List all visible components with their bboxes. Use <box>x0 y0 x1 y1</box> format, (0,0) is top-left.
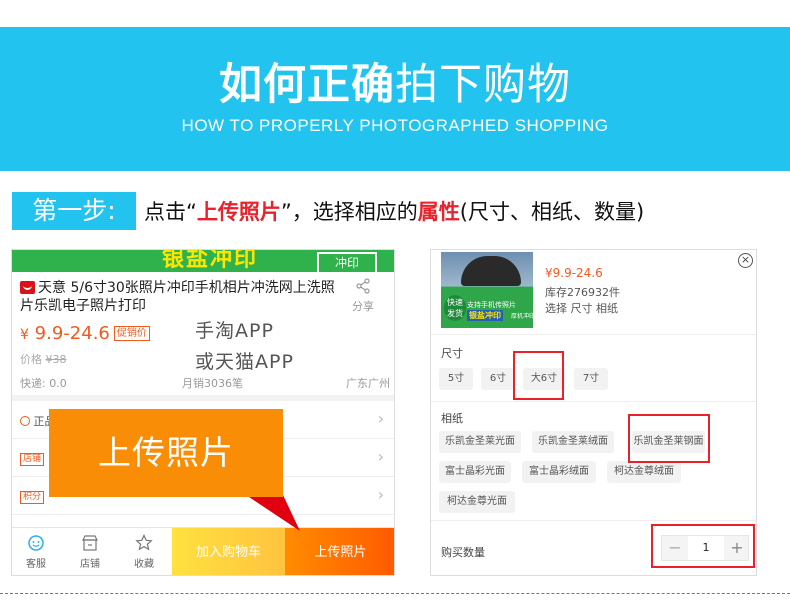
upload-photo-button[interactable]: 上传照片 <box>285 528 394 575</box>
step-highlight-upload: 上传照片 <box>196 200 281 224</box>
quantity-label: 购买数量 <box>441 546 485 559</box>
orig-price-label: 价格 <box>20 353 42 366</box>
product-price: ¥ 9.9-24.6 促销价 <box>20 323 150 344</box>
store-tag: 店铺 <box>20 453 45 466</box>
product-thumbnail: 快速发货 支持手机传照片 银盐冲印 厚机冲印 <box>441 252 533 328</box>
product-banner-tag: 冲印 <box>317 252 377 272</box>
divider <box>431 401 756 402</box>
quantity-highlight-box <box>651 524 755 568</box>
favorite-button[interactable]: 收藏 <box>124 534 164 570</box>
graduates-photo <box>461 256 521 286</box>
promo-badge: 促销价 <box>113 326 150 341</box>
chevron-right-icon: › <box>377 409 384 428</box>
banner-title-bold: 如何正确 <box>219 60 395 110</box>
thumb-line2: 银盐冲印 <box>467 310 503 321</box>
close-icon[interactable]: × <box>738 253 753 268</box>
price-main: 9. <box>34 323 52 344</box>
store-icon <box>82 535 98 551</box>
thumb-badge: 快速发货 <box>444 295 466 321</box>
size-label: 尺寸 <box>441 347 463 360</box>
paper-option-kodak-gold-matte[interactable]: 柯达金尊绒面 <box>607 461 681 483</box>
app-hint-1: 手淘APP <box>195 320 274 342</box>
share-button[interactable]: 分享 <box>348 278 378 314</box>
star-icon <box>135 534 153 551</box>
price-symbol: ¥ <box>20 327 29 343</box>
price-rest: 9-24.6 <box>51 323 110 344</box>
service-icon <box>28 535 44 551</box>
step-text-after: (尺寸、相纸、数量) <box>459 200 645 224</box>
thumb-line2-tag: 厚机冲印 <box>511 313 533 320</box>
paper-option-kodak-gold-gloss[interactable]: 柯达金尊光面 <box>439 491 515 513</box>
app-hint-2: 或天猫APP <box>195 351 294 373</box>
size-option-5[interactable]: 5寸 <box>439 368 473 390</box>
monthly-sales: 月销3036笔 <box>182 377 243 390</box>
upload-callout: 上传照片 <box>49 409 283 497</box>
chevron-right-icon: › <box>377 447 384 466</box>
chevron-right-icon: › <box>377 485 384 504</box>
product-title: 天意 5/6寸30张照片冲印手机相片冲洗网上洗照片乐凯电子照片打印 <box>20 279 340 315</box>
step-instruction: 点击“上传照片”，选择相应的属性(尺寸、相纸、数量) <box>144 197 644 227</box>
original-price: 价格 ¥38 <box>20 351 67 367</box>
ship-location: 广东广州 <box>346 377 390 390</box>
dashed-divider <box>0 593 790 594</box>
product-meta: 快递: 0.0 月销3036笔 广东广州 <box>20 375 390 391</box>
sku-selector-screenshot: 快速发货 支持手机传照片 银盐冲印 厚机冲印 ¥9.9-24.6 库存27693… <box>430 249 757 576</box>
paper-label: 相纸 <box>441 412 463 425</box>
store-label: 店铺 <box>80 559 100 570</box>
service-label: 客服 <box>26 559 46 570</box>
product-banner-strip: 银盐冲印 冲印 <box>12 250 394 272</box>
banner-title-rest: 拍下购物 <box>395 60 571 110</box>
share-icon <box>356 278 370 294</box>
step-highlight-attr: 属性 <box>417 200 460 224</box>
points-tag: 积分 <box>20 491 45 504</box>
sku-price: ¥9.9-24.6 <box>545 266 603 280</box>
step-text-before: 点击“ <box>144 200 197 224</box>
check-icon <box>20 416 30 426</box>
share-label: 分享 <box>352 300 374 313</box>
step-text-middle: ”，选择相应的 <box>280 200 418 224</box>
shipping-fee: 快递: 0.0 <box>20 377 67 390</box>
favorite-label: 收藏 <box>134 559 154 570</box>
divider <box>431 520 756 521</box>
size-option-7[interactable]: 7寸 <box>574 368 608 390</box>
paper-option-fuji-gloss[interactable]: 富士晶彩光面 <box>439 461 511 483</box>
tmall-icon <box>20 281 35 294</box>
divider <box>431 334 756 335</box>
banner-subtitle: HOW TO PROPERLY PHOTOGRAPHED SHOPPING <box>181 116 609 135</box>
sku-stock: 库存276932件 <box>545 286 620 299</box>
size-highlight-box <box>513 351 564 400</box>
paper-option-kodak-gloss[interactable]: 乐凯金圣莱光面 <box>439 431 521 453</box>
paper-option-kodak-matte[interactable]: 乐凯金圣莱绒面 <box>532 431 614 453</box>
store-button[interactable]: 店铺 <box>70 534 110 570</box>
size-option-6[interactable]: 6寸 <box>481 368 515 390</box>
thumb-line1: 支持手机传照片 <box>467 301 516 309</box>
step-badge: 第一步: <box>12 192 136 230</box>
product-banner-text: 银盐冲印 <box>162 250 259 272</box>
paper-highlight-box <box>628 414 710 463</box>
orig-price-value: ¥38 <box>45 353 67 366</box>
banner-title: 如何正确拍下购物 <box>0 57 790 113</box>
paper-option-fuji-matte[interactable]: 富士晶彩绒面 <box>522 461 596 483</box>
bottom-action-bar: 客服 店铺 收藏 加入购物车 上传照片 <box>12 527 394 575</box>
product-title-text: 天意 5/6寸30张照片冲印手机相片冲洗网上洗照片乐凯电子照片打印 <box>20 280 335 314</box>
sku-select-hint: 选择 尺寸 相纸 <box>545 302 618 315</box>
customer-service-button[interactable]: 客服 <box>16 534 56 570</box>
add-to-cart-button[interactable]: 加入购物车 <box>172 528 285 575</box>
header-banner: 如何正确拍下购物 HOW TO PROPERLY PHOTOGRAPHED SH… <box>0 27 790 171</box>
